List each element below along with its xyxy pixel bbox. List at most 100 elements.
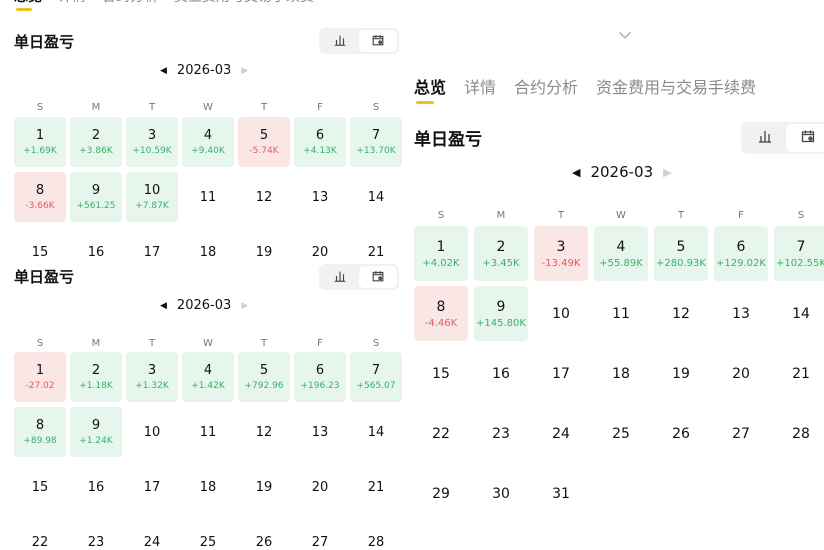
calendar-day-cell[interactable]: 22 <box>414 406 468 461</box>
chart-view-button[interactable] <box>743 124 786 152</box>
calendar-day-cell[interactable]: 28 <box>350 517 402 550</box>
calendar-day-cell[interactable]: 6 +196.23 <box>294 352 346 402</box>
calendar-day-cell[interactable]: 2 +1.18K <box>70 352 122 402</box>
calendar-day-cell[interactable]: 3 +10.59K <box>126 117 178 167</box>
calendar-day-cell[interactable]: 3 -13.49K <box>534 226 588 281</box>
calendar-day-cell[interactable]: 19 <box>654 346 708 401</box>
calendar-day-cell[interactable]: 8 -4.46K <box>414 286 468 341</box>
calendar-day-cell[interactable]: 14 <box>774 286 824 341</box>
calendar-day-cell[interactable]: 18 <box>182 227 234 277</box>
calendar-day-cell[interactable]: 16 <box>70 227 122 277</box>
calendar-day-cell[interactable]: 6 +4.13K <box>294 117 346 167</box>
calendar-day-cell[interactable]: 5 +280.93K <box>654 226 708 281</box>
calendar-day-cell[interactable]: 21 <box>774 346 824 401</box>
calendar-day-cell[interactable]: 29 <box>414 466 468 521</box>
prev-month-arrow-icon[interactable]: ◀ <box>572 166 580 179</box>
calendar-day-cell[interactable]: 27 <box>714 406 768 461</box>
calendar-day-cell[interactable]: 24 <box>534 406 588 461</box>
calendar-day-cell[interactable]: 26 <box>654 406 708 461</box>
chart-view-button[interactable] <box>321 30 359 52</box>
calendar-day-cell[interactable]: 16 <box>474 346 528 401</box>
calendar-day-cell[interactable]: 8 +89.98 <box>14 407 66 457</box>
next-month-arrow-icon[interactable]: ▶ <box>241 66 248 76</box>
calendar-day-cell[interactable]: 28 <box>774 406 824 461</box>
calendar-day-cell[interactable]: 24 <box>126 517 178 550</box>
calendar-day-cell[interactable]: 21 <box>350 462 402 512</box>
calendar-day-cell[interactable]: 1 +4.02K <box>414 226 468 281</box>
tab-contract-analysis[interactable]: 合约分析 <box>102 0 158 6</box>
calendar-day-cell[interactable]: 4 +1.42K <box>182 352 234 402</box>
calendar-day-cell[interactable]: 2 +3.45K <box>474 226 528 281</box>
calendar-day-cell[interactable]: 26 <box>238 517 290 550</box>
calendar-day-cell[interactable]: 23 <box>70 517 122 550</box>
calendar-day-cell[interactable]: 7 +102.55K <box>774 226 824 281</box>
calendar-day-cell[interactable]: 11 <box>182 172 234 222</box>
calendar-day-cell[interactable]: 5 -5.74K <box>238 117 290 167</box>
calendar-day-cell[interactable]: 15 <box>414 346 468 401</box>
calendar-day-cell[interactable]: 12 <box>654 286 708 341</box>
tab-overview[interactable]: 总览 <box>414 74 446 104</box>
calendar-day-cell[interactable]: 9 +561.25 <box>70 172 122 222</box>
calendar-day-cell[interactable]: 13 <box>294 407 346 457</box>
calendar-day-cell[interactable]: 3 +1.32K <box>126 352 178 402</box>
calendar-day-cell[interactable]: 1 +1.69K <box>14 117 66 167</box>
calendar-day-cell[interactable]: 13 <box>294 172 346 222</box>
calendar-day-cell[interactable]: 15 <box>14 462 66 512</box>
calendar-day-cell[interactable]: 10 <box>534 286 588 341</box>
calendar-day-cell[interactable]: 9 +1.24K <box>70 407 122 457</box>
prev-month-arrow-icon[interactable]: ◀ <box>160 301 167 311</box>
tab-label: 详情 <box>58 0 86 5</box>
calendar-day-cell[interactable]: 23 <box>474 406 528 461</box>
chevron-down-icon[interactable] <box>616 26 634 48</box>
calendar-day-cell[interactable]: 27 <box>294 517 346 550</box>
chart-view-button[interactable] <box>321 266 359 288</box>
calendar-day-cell[interactable]: 4 +9.40K <box>182 117 234 167</box>
calendar-day-cell[interactable]: 25 <box>594 406 648 461</box>
calendar-day-cell[interactable]: 16 <box>70 462 122 512</box>
calendar-view-button[interactable] <box>359 266 397 288</box>
calendar-day-cell[interactable]: 20 <box>294 462 346 512</box>
calendar-day-cell[interactable]: 6 +129.02K <box>714 226 768 281</box>
calendar-day-cell[interactable]: 12 <box>238 407 290 457</box>
next-month-arrow-icon[interactable]: ▶ <box>241 301 248 311</box>
tab-overview[interactable]: 总览 <box>14 0 42 11</box>
prev-month-arrow-icon[interactable]: ◀ <box>160 66 167 76</box>
calendar-day-cell[interactable]: 5 +792.96 <box>238 352 290 402</box>
calendar-day-cell[interactable]: 10 +7.87K <box>126 172 178 222</box>
tab-details[interactable]: 详情 <box>58 0 86 6</box>
next-month-arrow-icon[interactable]: ▶ <box>663 166 671 179</box>
tab-funding-fees[interactable]: 资金费用与交易手续费 <box>174 0 314 6</box>
calendar-day-cell[interactable]: 25 <box>182 517 234 550</box>
section-title: 单日盈亏 <box>14 268 75 286</box>
calendar-day-cell[interactable]: 22 <box>14 517 66 550</box>
calendar-day-cell[interactable]: 20 <box>714 346 768 401</box>
calendar-day-cell[interactable]: 17 <box>126 227 178 277</box>
calendar-day-cell[interactable]: 18 <box>182 462 234 512</box>
calendar-day-cell[interactable]: 31 <box>534 466 588 521</box>
calendar-day-cell[interactable]: 10 <box>126 407 178 457</box>
calendar-day-cell[interactable]: 19 <box>238 462 290 512</box>
calendar-day-cell[interactable]: 9 +145.80K <box>474 286 528 341</box>
calendar-view-button[interactable] <box>786 124 824 152</box>
calendar-day-cell[interactable]: 30 <box>474 466 528 521</box>
calendar-day-cell[interactable]: 7 +565.07 <box>350 352 402 402</box>
calendar-day-cell[interactable]: 18 <box>594 346 648 401</box>
calendar-day-cell[interactable]: 12 <box>238 172 290 222</box>
calendar-day-cell[interactable]: 4 +55.89K <box>594 226 648 281</box>
calendar-day-cell[interactable]: 17 <box>126 462 178 512</box>
calendar-day-cell[interactable]: 1 -27.02 <box>14 352 66 402</box>
calendar-day-cell[interactable]: 7 +13.70K <box>350 117 402 167</box>
tab-contract-analysis[interactable]: 合约分析 <box>514 74 578 98</box>
calendar-day-cell[interactable]: 11 <box>182 407 234 457</box>
calendar-day-cell[interactable]: 17 <box>534 346 588 401</box>
calendar-day-cell[interactable]: 19 <box>238 227 290 277</box>
calendar-day-cell[interactable]: 8 -3.66K <box>14 172 66 222</box>
calendar-day-cell[interactable]: 11 <box>594 286 648 341</box>
tab-funding-fees[interactable]: 资金费用与交易手续费 <box>596 74 756 98</box>
calendar-view-button[interactable] <box>359 30 397 52</box>
tab-details[interactable]: 详情 <box>464 74 496 98</box>
calendar-day-cell[interactable]: 14 <box>350 172 402 222</box>
calendar-day-cell[interactable]: 13 <box>714 286 768 341</box>
calendar-day-cell[interactable]: 2 +3.86K <box>70 117 122 167</box>
calendar-day-cell[interactable]: 14 <box>350 407 402 457</box>
